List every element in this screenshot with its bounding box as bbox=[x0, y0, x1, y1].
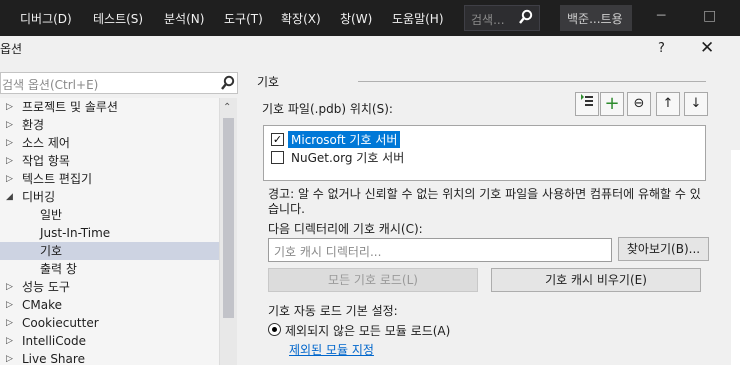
collapsed-arrow-icon[interactable]: ▷ bbox=[6, 296, 13, 314]
sidebar-item[interactable]: 출력 창 bbox=[0, 260, 219, 278]
server-checkbox-nuget[interactable] bbox=[271, 151, 284, 164]
menu-test[interactable]: 테스트(S) bbox=[93, 10, 143, 27]
sidebar-item[interactable]: ▷ CMake bbox=[0, 296, 219, 314]
sidebar-item[interactable]: ▷ 환경 bbox=[0, 116, 219, 134]
global-search-box[interactable]: 검색... bbox=[464, 5, 540, 31]
load-all-modules-radio[interactable] bbox=[268, 323, 281, 336]
section-title: 기호 bbox=[257, 75, 280, 89]
collapsed-arrow-icon[interactable]: ▷ bbox=[6, 170, 13, 188]
import-icon[interactable] bbox=[575, 92, 599, 116]
sidebar-item[interactable]: 기호 bbox=[0, 242, 219, 260]
auto-load-label: 기호 자동 로드 기본 설정: bbox=[268, 304, 398, 318]
sidebar-item-label: Live Share bbox=[22, 352, 85, 365]
sidebar-item-label: 소스 제어 bbox=[22, 136, 70, 150]
sidebar-item-label: Cookiecutter bbox=[22, 316, 99, 330]
server-label-nuget[interactable]: NuGet.org 기호 서버 bbox=[288, 149, 407, 166]
section-divider bbox=[358, 81, 706, 82]
cache-directory-input[interactable]: 기호 캐시 디렉터리... bbox=[268, 238, 612, 262]
scroll-thumb[interactable] bbox=[223, 118, 234, 318]
expanded-arrow-icon[interactable]: ◢ bbox=[6, 188, 13, 206]
collapsed-arrow-icon[interactable]: ▷ bbox=[6, 116, 13, 134]
sidebar-item-label: CMake bbox=[22, 298, 62, 312]
sidebar-item-label: IntelliCode bbox=[22, 334, 86, 348]
sidebar-item[interactable]: Just-In-Time bbox=[0, 224, 219, 242]
help-button[interactable]: ? bbox=[658, 41, 665, 56]
sidebar-item-label: Just-In-Time bbox=[40, 226, 111, 240]
options-search-placeholder: 검색 옵션(Ctrl+E) bbox=[2, 78, 99, 92]
sidebar-item-label: 일반 bbox=[40, 208, 63, 222]
collapsed-arrow-icon[interactable]: ▷ bbox=[6, 134, 13, 152]
move-up-icon[interactable]: ↑ bbox=[656, 92, 680, 116]
menu-help[interactable]: 도움말(H) bbox=[392, 10, 444, 27]
minimize-button[interactable]: ─ bbox=[657, 8, 665, 24]
sidebar-item[interactable]: ▷ Live Share bbox=[0, 350, 219, 365]
sidebar-item[interactable]: ▷ 소스 제어 bbox=[0, 134, 219, 152]
sidebar-item-label: 기호 bbox=[40, 244, 63, 258]
cache-directory-placeholder: 기호 캐시 디렉터리... bbox=[274, 245, 382, 259]
dialog-title: 옵션 bbox=[0, 42, 23, 56]
empty-symbol-cache-button[interactable]: 기호 캐시 비우기(E) bbox=[491, 268, 701, 292]
menu-extensions[interactable]: 확장(X) bbox=[281, 10, 321, 27]
tree-scrollbar[interactable]: ⌃ bbox=[220, 98, 237, 365]
cache-label: 다음 디렉터리에 기호 캐시(C): bbox=[268, 222, 423, 236]
server-checkbox-microsoft[interactable]: ✓ bbox=[271, 133, 284, 146]
background-editor-edge bbox=[731, 150, 740, 365]
sidebar-item[interactable]: 일반 bbox=[0, 206, 219, 224]
menu-analyze[interactable]: 분석(N) bbox=[164, 10, 204, 27]
browse-button[interactable]: 찾아보기(B)... bbox=[618, 237, 709, 261]
maximize-button[interactable]: □ bbox=[703, 8, 716, 24]
sidebar-item[interactable]: ▷ 성능 도구 bbox=[0, 278, 219, 296]
load-all-modules-label[interactable]: 제외되지 않은 모든 모듈 로드(A) bbox=[285, 322, 450, 339]
menu-tools[interactable]: 도구(T) bbox=[224, 10, 263, 27]
sidebar-item-label: 작업 항목 bbox=[22, 154, 70, 168]
add-icon[interactable]: + bbox=[600, 92, 624, 116]
sidebar-item-label: 텍스트 편집기 bbox=[22, 172, 93, 186]
collapsed-arrow-icon[interactable]: ▷ bbox=[6, 314, 13, 332]
scroll-up-icon[interactable]: ⌃ bbox=[223, 102, 231, 113]
sidebar-item-label: 환경 bbox=[22, 118, 45, 132]
global-search-placeholder: 검색... bbox=[471, 13, 505, 27]
search-icon bbox=[221, 75, 235, 94]
sidebar-item[interactable]: ▷ 작업 항목 bbox=[0, 152, 219, 170]
account-button[interactable]: 백준...트용 bbox=[560, 5, 632, 31]
search-icon[interactable] bbox=[519, 9, 533, 28]
collapsed-arrow-icon[interactable]: ▷ bbox=[6, 332, 13, 350]
menu-debug[interactable]: 디버그(D) bbox=[20, 10, 72, 27]
sidebar-item-label: 프로젝트 및 솔루션 bbox=[22, 100, 118, 114]
sidebar-item[interactable]: ▷ IntelliCode bbox=[0, 332, 219, 350]
sidebar-item[interactable]: ▷ 프로젝트 및 솔루션 bbox=[0, 98, 219, 116]
load-all-symbols-button[interactable]: 모든 기호 로드(L) bbox=[268, 268, 478, 292]
sidebar-item-label: 성능 도구 bbox=[22, 280, 70, 294]
collapsed-arrow-icon[interactable]: ▷ bbox=[6, 350, 13, 365]
remove-icon[interactable]: ⊖ bbox=[627, 92, 651, 116]
symbol-files-label: 기호 파일(.pdb) 위치(S): bbox=[262, 102, 393, 116]
sidebar-item-label: 출력 창 bbox=[40, 262, 77, 276]
sidebar-item-label: 디버깅 bbox=[22, 190, 56, 204]
collapsed-arrow-icon[interactable]: ▷ bbox=[6, 152, 13, 170]
sidebar-item[interactable]: ▷ Cookiecutter bbox=[0, 314, 219, 332]
warning-text: 경고: 알 수 없거나 신뢰할 수 없는 위치의 기호 파일을 사용하면 컴퓨터… bbox=[268, 187, 701, 216]
move-down-icon[interactable]: ↓ bbox=[684, 92, 708, 116]
menu-bar: 디버그(D) 테스트(S) 분석(N) 도구(T) 확장(X) 창(W) 도움말… bbox=[0, 0, 740, 36]
account-label: 백준...트용 bbox=[567, 12, 623, 26]
close-icon[interactable]: ✕ bbox=[700, 38, 714, 58]
options-tree: ▷ 프로젝트 및 솔루션 ▷ 환경 ▷ 소스 제어 ▷ 작업 항목 ▷ 텍스트 편집기 ◢ 디버깅일반… bbox=[0, 98, 220, 365]
options-search-input[interactable]: 검색 옵션(Ctrl+E) bbox=[0, 72, 238, 94]
sidebar-item[interactable]: ◢ 디버깅 bbox=[0, 188, 219, 206]
symbol-server-list: ✓ Microsoft 기호 서버 NuGet.org 기호 서버 bbox=[263, 125, 706, 181]
excluded-modules-link[interactable]: 제외된 모듈 지정 bbox=[289, 341, 374, 358]
collapsed-arrow-icon[interactable]: ▷ bbox=[6, 278, 13, 296]
menu-window[interactable]: 창(W) bbox=[340, 10, 372, 27]
sidebar-item[interactable]: ▷ 텍스트 편집기 bbox=[0, 170, 219, 188]
server-label-microsoft[interactable]: Microsoft 기호 서버 bbox=[288, 131, 401, 148]
collapsed-arrow-icon[interactable]: ▷ bbox=[6, 98, 13, 116]
